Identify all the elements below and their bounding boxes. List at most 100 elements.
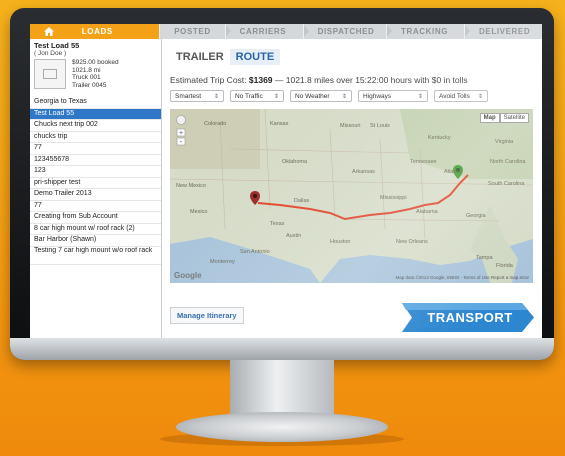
map-label: Kentucky [428, 135, 451, 141]
list-item[interactable]: 123455678 [30, 155, 161, 166]
map-label: Texas [270, 221, 285, 227]
list-item[interactable]: Bar Harbor (Shawn) [30, 235, 161, 247]
map-label: Colorado [204, 121, 227, 127]
destination-marker-icon[interactable] [250, 191, 260, 205]
map-label: Arkansas [352, 169, 375, 175]
tab-dispatched[interactable]: DISPATCHED [302, 24, 393, 39]
tab-delivered[interactable]: DELIVERED [464, 24, 542, 39]
map-label: Alabama [416, 209, 438, 215]
map-label: Virginia [495, 139, 514, 145]
map-view-button[interactable]: Map [479, 113, 500, 123]
select-arrow-icon: ⇕ [213, 94, 219, 100]
map-label: New Mexico [176, 183, 206, 189]
list-item[interactable]: 77 [30, 143, 161, 155]
map-type-toggle: Map Satellite [479, 113, 529, 123]
map-label: South Carolina [488, 181, 525, 187]
map-label: San Antonio [240, 249, 270, 255]
select-arrow-icon: ⇕ [477, 94, 483, 100]
home-icon [43, 27, 54, 36]
list-item-selected[interactable]: Test Load 55 [30, 108, 161, 120]
map-label: Missouri [340, 123, 361, 129]
route-options: Smartest ⇕ No Traffic ⇕ No Weather ⇕ Highwa… [170, 90, 494, 102]
cost-value: $1369 [248, 75, 273, 85]
tab-trailer[interactable]: TRAILER [170, 49, 230, 65]
weather-select[interactable]: No Weather ⇕ [290, 90, 352, 102]
satellite-view-button[interactable]: Satellite [499, 113, 529, 123]
load-owner: ( Jon Doe ) [34, 50, 67, 57]
list-item[interactable]: Georgia to Texas [30, 97, 161, 109]
main-panel: TRAILER ROUTE Estimated Trip Cost: $1369… [162, 39, 542, 338]
list-item[interactable]: pri-shipper test [30, 178, 161, 189]
manage-itinerary-button[interactable]: Manage Itinerary [170, 307, 244, 324]
list-item[interactable]: chucks trip [30, 132, 161, 143]
load-distance: 1021.8 mi [72, 66, 101, 74]
trailer-thumbnail [34, 59, 66, 89]
select-arrow-icon: ⇕ [341, 94, 347, 100]
load-title: Test Load 55 [34, 41, 80, 50]
transport-label: TRANSPORT [427, 310, 513, 325]
nav-home-button[interactable] [30, 24, 68, 39]
map-label: Austin [286, 233, 302, 239]
map-label: Kansas [270, 121, 289, 127]
load-details: $925.00 booked 1021.8 mi Truck 001 Trail… [72, 59, 119, 89]
weather-value: No Weather [295, 93, 330, 100]
list-item[interactable]: Testing 7 car high mount w/o roof rack [30, 247, 161, 265]
load-summary[interactable]: Test Load 55 ( Jon Doe ) $925.00 booked … [30, 39, 161, 91]
map-label: Georgia [466, 213, 486, 219]
tolls-value: Avoid Tolls [439, 93, 470, 100]
list-item[interactable]: 123 [30, 166, 161, 178]
select-arrow-icon: ⇕ [273, 94, 279, 100]
list-item[interactable]: Chucks next trip 002 [30, 120, 161, 132]
tab-posted[interactable]: POSTED [159, 24, 232, 39]
svg-text:+: + [179, 130, 183, 137]
traffic-select[interactable]: No Traffic ⇕ [230, 90, 284, 102]
monitor-stand-neck [230, 360, 334, 420]
transport-button[interactable]: TRANSPORT [402, 303, 534, 332]
route-mode-select[interactable]: Smartest ⇕ [170, 90, 224, 102]
map-label: Monterrey [210, 259, 235, 265]
map-label: Mexico [190, 209, 208, 215]
detail-tabs: TRAILER ROUTE [170, 49, 281, 65]
highways-value: Highways [363, 93, 392, 100]
load-truck: Truck 001 [72, 74, 101, 81]
loads-sidebar: Test Load 55 ( Jon Doe ) $925.00 booked … [30, 39, 162, 338]
app-screen: LOADS POSTED CARRIERS DISPATCHED TRACKIN… [30, 24, 542, 338]
map-label: North Carolina [490, 159, 526, 165]
monitor-stand-base [176, 412, 388, 442]
load-list: Georgia to Texas Test Load 55 Chucks nex… [30, 97, 161, 265]
list-item[interactable]: 77 [30, 201, 161, 212]
map-label: Atlanta [444, 169, 462, 175]
traffic-value: No Traffic [235, 93, 263, 100]
tab-carriers[interactable]: CARRIERS [224, 24, 309, 39]
list-item[interactable]: Demo Trailer 2013 [30, 189, 161, 201]
map-label: New Orleans [396, 239, 428, 245]
load-price: $925.00 booked [72, 59, 119, 66]
map-attribution: Map data ©2013 Google, INEGI - Terms of … [395, 275, 529, 280]
highways-select[interactable]: Highways ⇕ [358, 90, 428, 102]
top-nav: LOADS POSTED CARRIERS DISPATCHED TRACKIN… [30, 24, 542, 39]
map-label: St Louis [370, 123, 390, 129]
tolls-select[interactable]: Avoid Tolls ⇕ [434, 90, 488, 102]
map-label: Houston [330, 239, 351, 245]
svg-text:-: - [180, 137, 183, 146]
cost-suffix: — 1021.8 miles over 15:22:00 hours with … [272, 75, 468, 85]
tab-route[interactable]: ROUTE [229, 49, 281, 65]
cost-prefix: Estimated Trip Cost: [170, 75, 249, 85]
map-label: Mississippi [380, 195, 407, 201]
map-label: Tampa [476, 255, 493, 261]
list-item[interactable]: Creating from Sub Account [30, 212, 161, 224]
select-arrow-icon: ⇕ [417, 94, 423, 100]
google-logo: Google [174, 271, 202, 280]
map-pan-zoom-control[interactable]: + - [176, 115, 186, 157]
route-mode-value: Smartest [175, 93, 202, 100]
load-trailer: Trailer 0045 [72, 81, 107, 89]
map-label: Florida [496, 263, 513, 269]
route-map[interactable]: Colorado Kansas Missouri St Louis Kentuc… [170, 109, 533, 283]
list-item[interactable]: 8 car high mount w/ roof rack (2) [30, 224, 161, 235]
tab-loads[interactable]: LOADS [67, 24, 160, 39]
monitor-chin [10, 338, 554, 360]
map-label: Dallas [294, 198, 310, 204]
map-label: Oklahoma [282, 159, 308, 165]
tab-tracking[interactable]: TRACKING [386, 24, 471, 39]
map-label: Tennessee [410, 159, 437, 165]
